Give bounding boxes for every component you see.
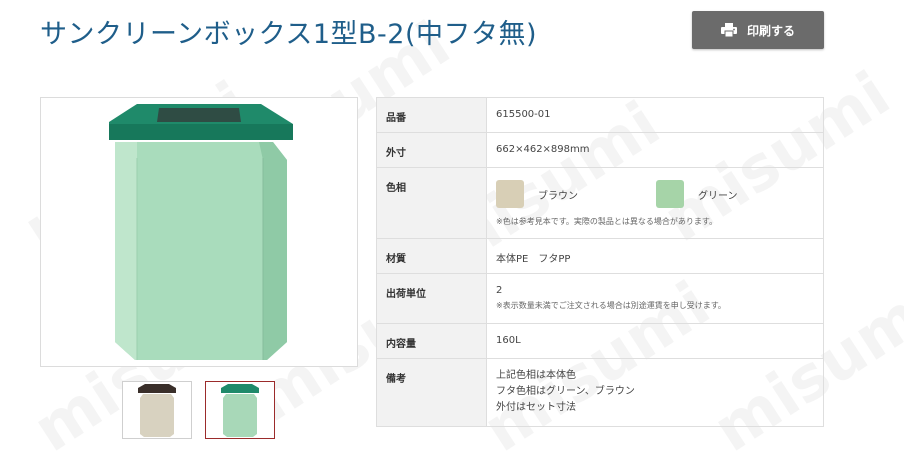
print-button[interactable]: 印刷する — [692, 11, 824, 49]
table-row: 出荷単位 2 ※表示数量未満でご注文される場合は別途運賃を申し受けます。 — [376, 273, 824, 324]
row-value: 2 ※表示数量未満でご注文される場合は別途運賃を申し受けます。 — [486, 273, 824, 324]
swatch-chip-green — [656, 180, 684, 208]
swatch-label: ブラウン — [538, 190, 578, 202]
table-row: 内容量 160L — [376, 323, 824, 359]
remark-line: 外付はセット寸法 — [496, 402, 576, 413]
table-row: 材質 本体PE フタPP — [376, 238, 824, 274]
page-title: サンクリーンボックス1型B-2(中フタ無) — [40, 19, 538, 50]
row-value: ブラウン グリーン ※色は参考見本です。実際の製品とは異なる場合があります。 — [486, 167, 824, 239]
swatch-label: グリーン — [698, 190, 738, 202]
thumbnail-brown[interactable] — [122, 381, 192, 439]
row-value: 615500-01 — [486, 97, 824, 133]
table-row: 色相 ブラウン グリーン ※色は参考見本です。実際の製品とは異なる場合があります… — [376, 167, 824, 239]
row-value: 160L — [486, 323, 824, 359]
row-label: 材質 — [376, 238, 487, 274]
row-value: 662×462×898mm — [486, 132, 824, 168]
row-label: 内容量 — [376, 323, 487, 359]
remark-line: フタ色相はグリーン、ブラウン — [496, 386, 635, 397]
row-label: 品番 — [376, 97, 487, 133]
row-label: 出荷単位 — [376, 273, 487, 324]
thumbnail-green[interactable] — [205, 381, 275, 439]
row-value: 本体PE フタPP — [486, 238, 824, 274]
print-button-label: 印刷する — [746, 23, 795, 38]
spec-table: 品番 615500-01 外寸 662×462×898mm 色相 ブラウン グリ… — [376, 97, 824, 427]
row-label: 備考 — [376, 358, 487, 427]
row-label: 色相 — [376, 167, 487, 239]
table-row: 品番 615500-01 — [376, 97, 824, 133]
row-label: 外寸 — [376, 132, 487, 168]
color-swatches: ブラウン グリーン — [496, 180, 814, 208]
swatch-brown: ブラウン — [496, 180, 578, 208]
row-value: 上記色相は本体色 フタ色相はグリーン、ブラウン 外付はセット寸法 — [486, 358, 824, 427]
printer-icon — [720, 23, 737, 37]
table-row: 備考 上記色相は本体色 フタ色相はグリーン、ブラウン 外付はセット寸法 — [376, 358, 824, 427]
swatch-green: グリーン — [656, 180, 738, 208]
table-row: 外寸 662×462×898mm — [376, 132, 824, 168]
swatch-chip-brown — [496, 180, 524, 208]
product-image — [40, 97, 358, 367]
color-note: ※色は参考見本です。実際の製品とは異なる場合があります。 — [496, 217, 718, 226]
remark-line: 上記色相は本体色 — [496, 370, 576, 381]
shipping-note: ※表示数量未満でご注文される場合は別途運賃を申し受けます。 — [496, 301, 726, 310]
shipping-unit-value: 2 — [496, 285, 503, 296]
